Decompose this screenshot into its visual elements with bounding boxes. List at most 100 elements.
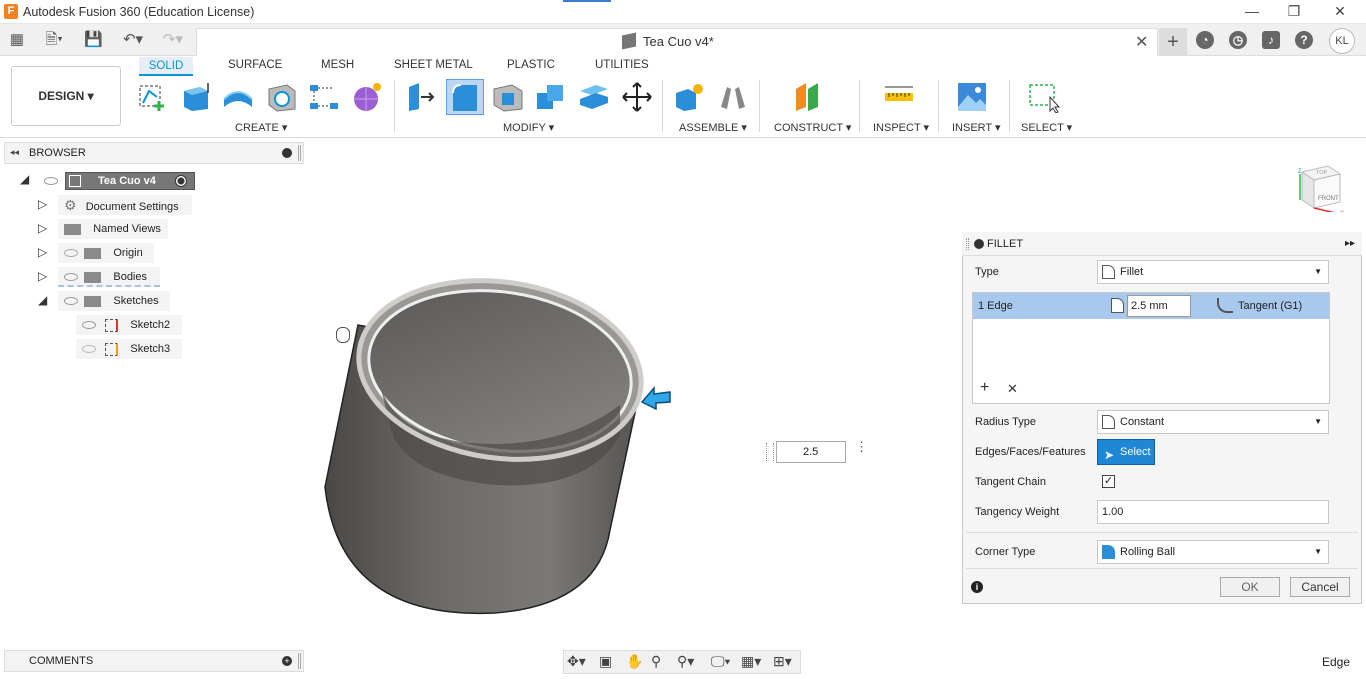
tab-sheet-metal[interactable]: SHEET METAL [394,59,473,71]
press-pull-icon[interactable] [405,81,437,113]
browser-item-bodies[interactable]: Bodies [58,267,160,287]
comments-resize-handle[interactable] [298,653,301,669]
ok-button[interactable]: OK [1220,577,1280,597]
look-at-icon[interactable]: ▣ [599,653,612,670]
display-settings-icon[interactable]: 🖵▾ [711,653,730,670]
dimension-drag-handle[interactable] [766,443,774,461]
viewcube-front-label[interactable]: FRONT [1318,196,1339,202]
browser-item-named-views[interactable]: Named Views [58,219,168,239]
user-avatar[interactable]: KL [1329,28,1355,54]
inspect-menu[interactable]: INSPECT ▾ [873,121,929,134]
tab-plastic[interactable]: PLASTIC [507,59,555,71]
browser-item-sketch2[interactable]: Sketch2 [76,315,182,335]
radius-type-select[interactable]: Constant ▼ [1097,410,1329,434]
tangency-weight-input[interactable]: 1.00 [1097,500,1329,524]
redo-icon[interactable]: ↷▾ [158,31,188,49]
cancel-button[interactable]: Cancel [1290,577,1350,597]
dialog-collapse-icon[interactable] [974,239,984,249]
create-sketch-icon[interactable] [137,81,169,113]
tab-surface[interactable]: SURFACE [228,59,282,71]
add-edge-icon[interactable]: + [980,379,989,397]
data-panel-grid-icon[interactable]: ▦ [8,31,26,49]
insert-image-icon[interactable] [956,81,988,113]
save-icon[interactable]: 💾 [84,31,103,49]
pan-hand-icon[interactable]: ✋ [626,653,643,670]
activate-component-icon[interactable] [175,175,187,187]
hidden-eye-icon[interactable] [64,249,78,258]
grid-settings-icon[interactable]: ▦▾ [741,653,761,670]
collapsed-triangle-icon[interactable]: ▷ [38,221,47,235]
window-select-icon[interactable] [1028,81,1060,113]
visibility-eye-icon[interactable] [82,321,96,330]
viewports-icon[interactable]: ⊞▾ [773,653,792,670]
info-icon[interactable]: i [971,581,983,593]
view-cube[interactable]: TOP FRONT Z X [1292,160,1344,212]
workspace-switcher[interactable]: DESIGN ▾ [11,66,121,126]
fillet-radius-input[interactable]: 2.5 [776,441,846,463]
construct-menu[interactable]: CONSTRUCT ▾ [774,121,851,134]
tab-mesh[interactable]: MESH [321,59,354,71]
file-menu-icon[interactable]: 🗎▾ [40,31,68,49]
move-copy-icon[interactable] [621,81,653,113]
collapsed-triangle-icon[interactable]: ▷ [38,269,47,283]
assemble-menu[interactable]: ASSEMBLE ▾ [679,121,747,134]
browser-item-sketch3[interactable]: Sketch3 [76,339,182,359]
browser-item-sketches[interactable]: Sketches [58,291,170,311]
tea-cup-body[interactable] [320,275,660,620]
pivot-marker-icon[interactable] [336,327,350,343]
visibility-eye-icon[interactable] [64,297,78,306]
collapsed-triangle-icon[interactable]: ▷ [38,245,47,259]
expanded-triangle-icon[interactable]: ◢ [20,172,29,186]
help-icon[interactable]: ? [1295,31,1313,49]
dialog-drag-handle[interactable] [966,238,969,250]
browser-resize-handle[interactable] [298,145,301,161]
insert-menu[interactable]: INSERT ▾ [952,121,1001,134]
browser-options-icon[interactable] [282,148,292,158]
type-select[interactable]: Fillet ▼ [1097,260,1329,284]
collapsed-triangle-icon[interactable]: ▷ [38,197,47,211]
orbit-icon[interactable]: ✥▾ [567,653,586,670]
extrude-icon[interactable] [180,81,212,113]
browser-item-document-settings[interactable]: ⚙ Document Settings [58,195,192,215]
visibility-eye-icon[interactable] [44,177,58,185]
edge-continuity-select[interactable]: Tangent (G1) [1238,300,1302,312]
expanded-triangle-icon[interactable]: ◢ [38,293,47,307]
close-window-button[interactable]: ✕ [1317,0,1363,24]
restore-button[interactable]: ❐ [1271,0,1317,24]
minimize-button[interactable]: — [1229,0,1275,24]
shell-icon[interactable] [492,81,524,113]
fillet-icon[interactable] [449,81,481,113]
hole-icon[interactable] [265,81,297,113]
tangent-chain-checkbox[interactable]: ✓ [1102,475,1115,488]
fit-window-icon[interactable]: ⚲▾ [677,653,694,670]
tab-solid[interactable]: SOLID [139,57,193,76]
job-status-icon[interactable]: ◷ [1229,31,1247,49]
create-form-icon[interactable] [351,81,383,113]
tab-utilities[interactable]: UTILITIES [595,59,649,71]
close-document-icon[interactable]: ✕ [1135,32,1148,52]
new-tab-button[interactable]: + [1159,28,1187,56]
extensions-icon[interactable]: ◔ [1196,31,1214,49]
zoom-icon[interactable]: ⚲ [651,653,661,670]
corner-type-select[interactable]: Rolling Ball ▼ [1097,540,1329,564]
remove-edge-icon[interactable]: ✕ [1007,381,1018,397]
select-menu[interactable]: SELECT ▾ [1021,121,1072,134]
joint-icon[interactable] [717,81,749,113]
visibility-eye-icon[interactable] [64,273,78,282]
revolve-icon[interactable] [222,81,254,113]
new-component-icon[interactable] [674,81,706,113]
viewcube-top-label[interactable]: TOP [1316,170,1328,176]
fillet-direction-arrow-icon[interactable] [640,384,672,410]
modify-menu[interactable]: MODIFY ▾ [503,121,554,134]
add-comment-icon[interactable]: + [282,656,292,666]
combine-icon[interactable] [535,81,567,113]
pattern-icon[interactable] [308,81,340,113]
dialog-expand-icon[interactable]: ▸▸ [1345,238,1355,249]
offset-plane-icon[interactable] [794,81,826,113]
collapse-browser-icon[interactable]: ◂◂ [10,147,19,158]
hidden-eye-icon[interactable] [82,345,96,354]
offset-face-icon[interactable] [578,81,610,113]
undo-icon[interactable]: ↶▾ [118,31,148,49]
notifications-bell-icon[interactable]: ♪ [1262,31,1280,49]
select-edges-button[interactable]: ➤ Select [1097,439,1155,465]
